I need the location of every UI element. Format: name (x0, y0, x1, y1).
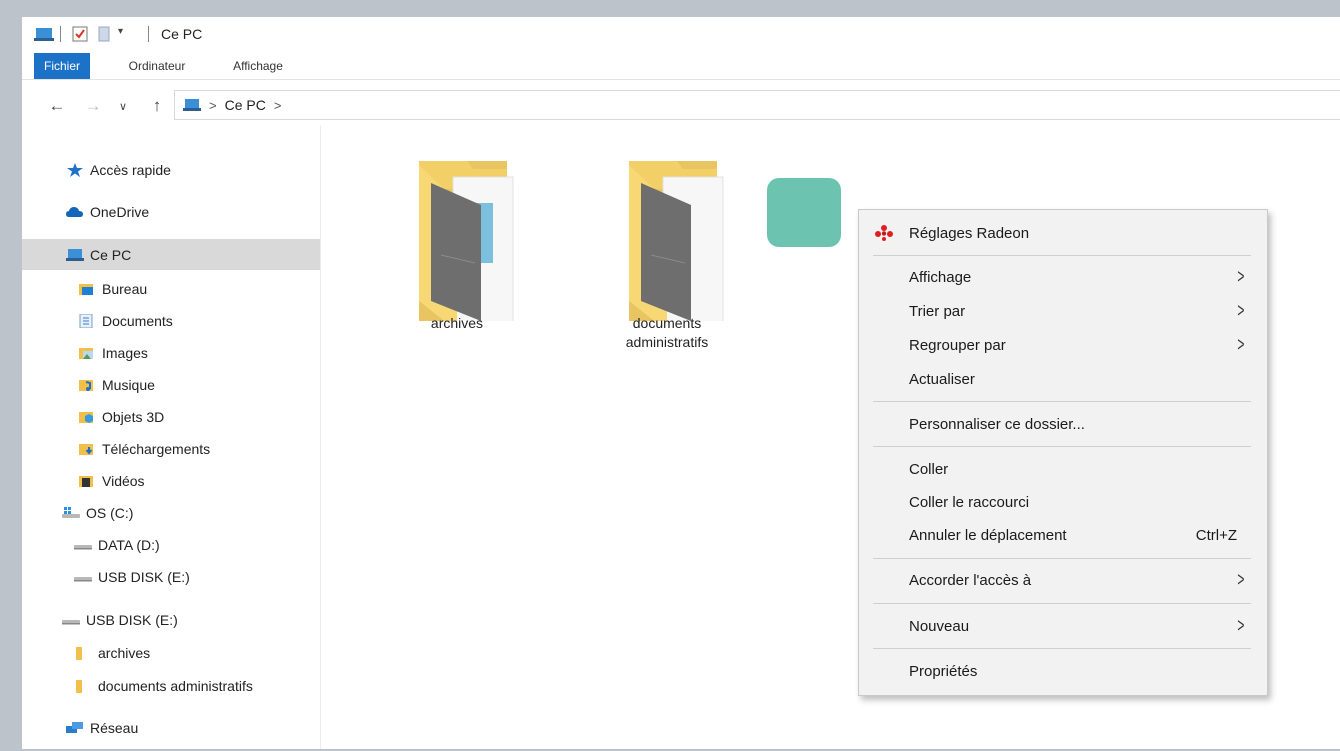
ribbon-tabs: Fichier Ordinateur Affichage (22, 53, 1340, 80)
chevron-right-icon: > (1237, 299, 1245, 322)
new-item-placeholder[interactable] (767, 178, 841, 247)
sidebar-item-label: Téléchargements (102, 440, 211, 457)
windows-drive-icon (62, 506, 80, 520)
sidebar-item-reseau[interactable]: Réseau (22, 712, 320, 743)
sidebar-item-documents-administratifs[interactable]: documents administratifs (22, 670, 320, 701)
menu-item-coller[interactable]: Coller (859, 453, 1267, 485)
sidebar-item-usb-disk[interactable]: USB DISK (E:) (22, 604, 320, 635)
shortcut-label: Ctrl+Z (1195, 526, 1237, 544)
music-icon (78, 378, 96, 392)
customize-toolbar-icon[interactable]: ▾ (118, 26, 123, 37)
pc-icon (183, 98, 201, 112)
navigation-pane: Accès rapide OneDrive Ce PC Bureau Docum… (22, 125, 321, 749)
chevron-right-icon[interactable]: > (274, 98, 282, 113)
tab-ordinateur[interactable]: Ordinateur (114, 53, 200, 79)
network-icon (66, 721, 84, 735)
recent-locations-icon[interactable]: ∨ (112, 95, 134, 117)
sidebar-item-label: documents administratifs (98, 677, 253, 694)
sidebar-item-label: archives (98, 644, 151, 661)
forward-arrow-icon[interactable]: → (82, 95, 104, 117)
back-arrow-icon[interactable]: ← (46, 95, 68, 117)
tab-affichage[interactable]: Affichage (218, 53, 298, 79)
sidebar-item-label: Objets 3D (102, 408, 165, 425)
folder-icon (74, 646, 92, 660)
sidebar-item-label: Bureau (102, 280, 148, 297)
sidebar-item-bureau[interactable]: Bureau (22, 273, 320, 304)
sidebar-item-musique[interactable]: Musique (22, 369, 320, 400)
sidebar-item-os-c[interactable]: OS (C:) (22, 497, 320, 528)
menu-item-proprietes[interactable]: Propriétés (859, 655, 1267, 687)
sidebar-item-data-d[interactable]: DATA (D:) (22, 529, 320, 560)
drive-icon (74, 538, 92, 552)
menu-item-affichage[interactable]: Affichage > (859, 261, 1267, 293)
sidebar-item-label: USB DISK (E:) (98, 568, 190, 585)
chevron-right-icon: > (1237, 333, 1245, 356)
properties-icon[interactable] (72, 26, 88, 42)
3d-objects-icon (78, 410, 96, 424)
sidebar-item-quick-access[interactable]: Accès rapide (22, 154, 320, 185)
documents-icon (78, 313, 96, 328)
title-bar: ▾ Ce PC (22, 17, 1340, 49)
radeon-icon (875, 225, 893, 245)
sidebar-item-archives[interactable]: archives (22, 637, 320, 668)
address-bar[interactable]: > Ce PC > (174, 90, 1340, 120)
folder-icon (74, 679, 92, 693)
star-icon (66, 162, 84, 177)
sidebar-item-label: Réseau (90, 719, 139, 736)
menu-item-annuler-deplacement[interactable]: Annuler le déplacement Ctrl+Z (859, 519, 1267, 551)
download-icon (78, 442, 96, 456)
sidebar-item-label: Vidéos (102, 472, 145, 489)
breadcrumb-ce-pc[interactable]: Ce PC (225, 97, 266, 113)
desktop-folder-icon (78, 282, 96, 296)
sidebar-item-objets-3d[interactable]: Objets 3D (22, 401, 320, 432)
chevron-right-icon: > (1237, 614, 1245, 637)
context-menu: Réglages Radeon Affichage > Trier par > … (858, 209, 1268, 696)
pc-icon (66, 248, 84, 262)
sidebar-item-telechargements[interactable]: Téléchargements (22, 433, 320, 464)
sidebar-item-label: USB DISK (E:) (86, 611, 178, 628)
sidebar-item-label: Musique (102, 376, 155, 393)
sidebar-item-videos[interactable]: Vidéos (22, 465, 320, 496)
menu-item-actualiser[interactable]: Actualiser (859, 363, 1267, 395)
sidebar-item-documents[interactable]: Documents (22, 305, 320, 336)
folder-documents-administratifs[interactable]: documents administratifs (577, 155, 757, 352)
tab-fichier[interactable]: Fichier (34, 53, 90, 79)
navigation-bar: ← → ∨ ↑ > Ce PC > (22, 89, 1340, 123)
chevron-right-icon[interactable]: > (209, 98, 217, 113)
sidebar-item-label: Documents (102, 312, 173, 329)
sidebar-item-label: OneDrive (90, 203, 150, 220)
folder-icon (629, 161, 724, 333)
usb-drive-icon (62, 613, 80, 627)
menu-item-reglages-radeon[interactable]: Réglages Radeon (859, 217, 1267, 249)
pc-icon (34, 26, 54, 42)
menu-item-trier-par[interactable]: Trier par > (859, 295, 1267, 327)
sidebar-item-ce-pc[interactable]: Ce PC (22, 239, 320, 270)
folder-archives[interactable]: archives (367, 155, 547, 333)
explorer-window: ▾ Ce PC Fichier Ordinateur Affichage ← →… (22, 17, 1340, 749)
sidebar-item-label: Ce PC (90, 246, 132, 263)
menu-item-nouveau[interactable]: Nouveau > (859, 610, 1267, 642)
sidebar-item-usb-e[interactable]: USB DISK (E:) (22, 561, 320, 592)
sidebar-item-images[interactable]: Images (22, 337, 320, 368)
cloud-icon (66, 205, 84, 219)
menu-item-accorder-acces[interactable]: Accorder l'accès à > (859, 564, 1267, 596)
menu-item-personnaliser[interactable]: Personnaliser ce dossier... (859, 408, 1267, 440)
sidebar-item-label: Images (102, 344, 148, 361)
sidebar-item-label: OS (C:) (86, 504, 134, 521)
menu-item-regrouper-par[interactable]: Regrouper par > (859, 329, 1267, 361)
chevron-right-icon: > (1237, 568, 1245, 591)
window-title: Ce PC (161, 26, 203, 42)
folder-icon (419, 161, 514, 333)
videos-icon (78, 474, 96, 488)
usb-drive-icon (74, 570, 92, 584)
new-folder-icon[interactable] (98, 26, 110, 42)
chevron-right-icon: > (1237, 265, 1245, 288)
pictures-icon (78, 346, 96, 360)
up-arrow-icon[interactable]: ↑ (146, 95, 168, 117)
menu-item-coller-raccourci[interactable]: Coller le raccourci (859, 486, 1267, 518)
sidebar-item-label: Accès rapide (90, 161, 171, 178)
sidebar-item-onedrive[interactable]: OneDrive (22, 196, 320, 227)
sidebar-item-label: DATA (D:) (98, 536, 160, 553)
